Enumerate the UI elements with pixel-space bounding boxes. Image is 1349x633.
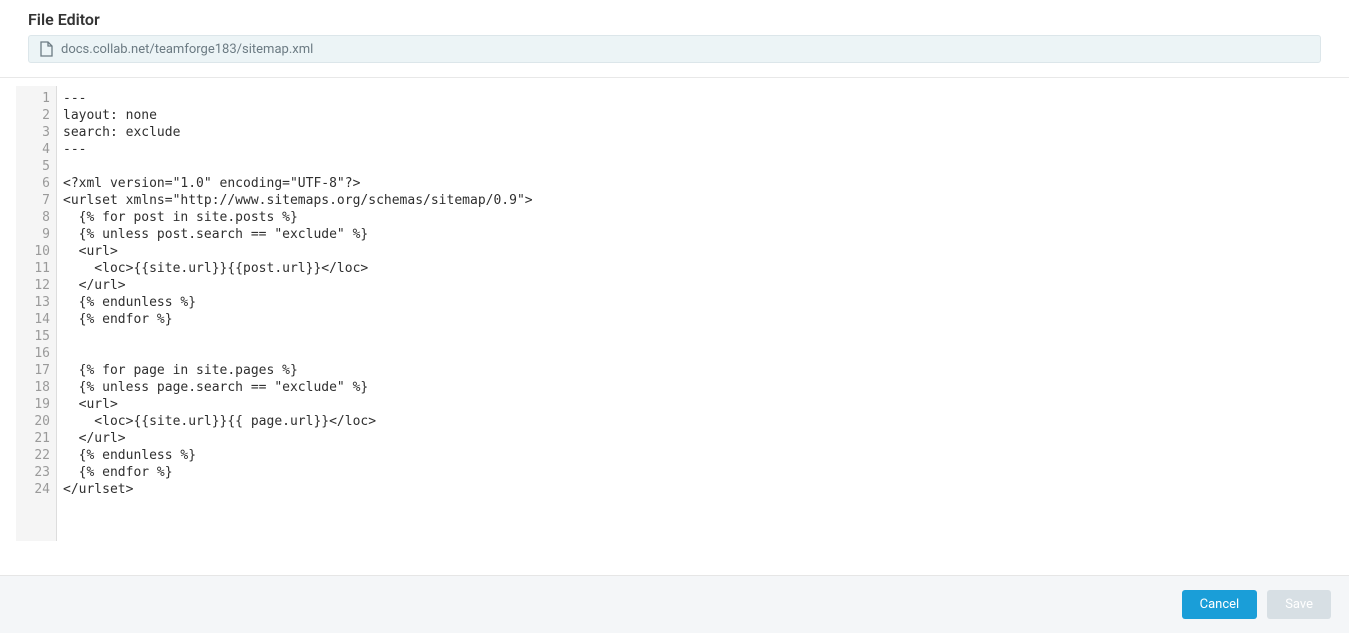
code-line[interactable]: {% unless page.search == "exclude" %} [63, 379, 1333, 396]
line-number: 8 [26, 209, 50, 226]
line-number: 2 [26, 107, 50, 124]
divider [0, 77, 1349, 78]
code-line[interactable]: <loc>{{site.url}}{{post.url}}</loc> [63, 260, 1333, 277]
line-number: 4 [26, 141, 50, 158]
line-number-gutter: 123456789101112131415161718192021222324 [16, 86, 56, 541]
code-line[interactable]: --- [63, 141, 1333, 158]
line-number: 9 [26, 226, 50, 243]
editor-container: 123456789101112131415161718192021222324 … [0, 86, 1349, 575]
code-line[interactable]: {% for page in site.pages %} [63, 362, 1333, 379]
code-line[interactable]: search: exclude [63, 124, 1333, 141]
code-line[interactable]: <url> [63, 396, 1333, 413]
line-number: 16 [26, 345, 50, 362]
line-number: 10 [26, 243, 50, 260]
code-line[interactable]: </url> [63, 277, 1333, 294]
line-number: 21 [26, 430, 50, 447]
line-number: 11 [26, 260, 50, 277]
page-title: File Editor [28, 10, 1321, 29]
code-line[interactable]: <urlset xmlns="http://www.sitemaps.org/s… [63, 192, 1333, 209]
code-line[interactable]: </urlset> [63, 481, 1333, 498]
code-line[interactable]: {% endunless %} [63, 294, 1333, 311]
code-line[interactable]: {% endfor %} [63, 311, 1333, 328]
code-line[interactable]: <?xml version="1.0" encoding="UTF-8"?> [63, 175, 1333, 192]
line-number: 22 [26, 447, 50, 464]
line-number: 14 [26, 311, 50, 328]
footer-bar: Cancel Save [0, 575, 1349, 633]
line-number: 24 [26, 481, 50, 498]
line-number: 20 [26, 413, 50, 430]
line-number: 15 [26, 328, 50, 345]
line-number: 1 [26, 90, 50, 107]
line-number: 23 [26, 464, 50, 481]
code-line[interactable]: <url> [63, 243, 1333, 260]
code-content[interactable]: ---layout: nonesearch: exclude---<?xml v… [56, 86, 1333, 541]
file-path-bar: docs.collab.net/teamforge183/sitemap.xml [28, 35, 1321, 63]
cancel-button[interactable]: Cancel [1182, 590, 1258, 619]
code-line[interactable]: {% endunless %} [63, 447, 1333, 464]
line-number: 6 [26, 175, 50, 192]
code-line[interactable]: </url> [63, 430, 1333, 447]
code-line[interactable] [63, 328, 1333, 345]
line-number: 7 [26, 192, 50, 209]
editor-header: File Editor docs.collab.net/teamforge183… [0, 0, 1349, 63]
line-number: 12 [26, 277, 50, 294]
code-line[interactable]: {% for post in site.posts %} [63, 209, 1333, 226]
code-line[interactable] [63, 345, 1333, 362]
code-line[interactable]: {% endfor %} [63, 464, 1333, 481]
code-editor[interactable]: 123456789101112131415161718192021222324 … [16, 86, 1333, 541]
code-line[interactable]: layout: none [63, 107, 1333, 124]
line-number: 19 [26, 396, 50, 413]
code-line[interactable]: <loc>{{site.url}}{{ page.url}}</loc> [63, 413, 1333, 430]
line-number: 17 [26, 362, 50, 379]
code-line[interactable]: --- [63, 90, 1333, 107]
line-number: 18 [26, 379, 50, 396]
save-button[interactable]: Save [1267, 590, 1331, 619]
file-icon [39, 41, 53, 57]
line-number: 3 [26, 124, 50, 141]
code-line[interactable] [63, 158, 1333, 175]
code-line[interactable]: {% unless post.search == "exclude" %} [63, 226, 1333, 243]
line-number: 5 [26, 158, 50, 175]
line-number: 13 [26, 294, 50, 311]
file-path-text: docs.collab.net/teamforge183/sitemap.xml [61, 42, 313, 57]
